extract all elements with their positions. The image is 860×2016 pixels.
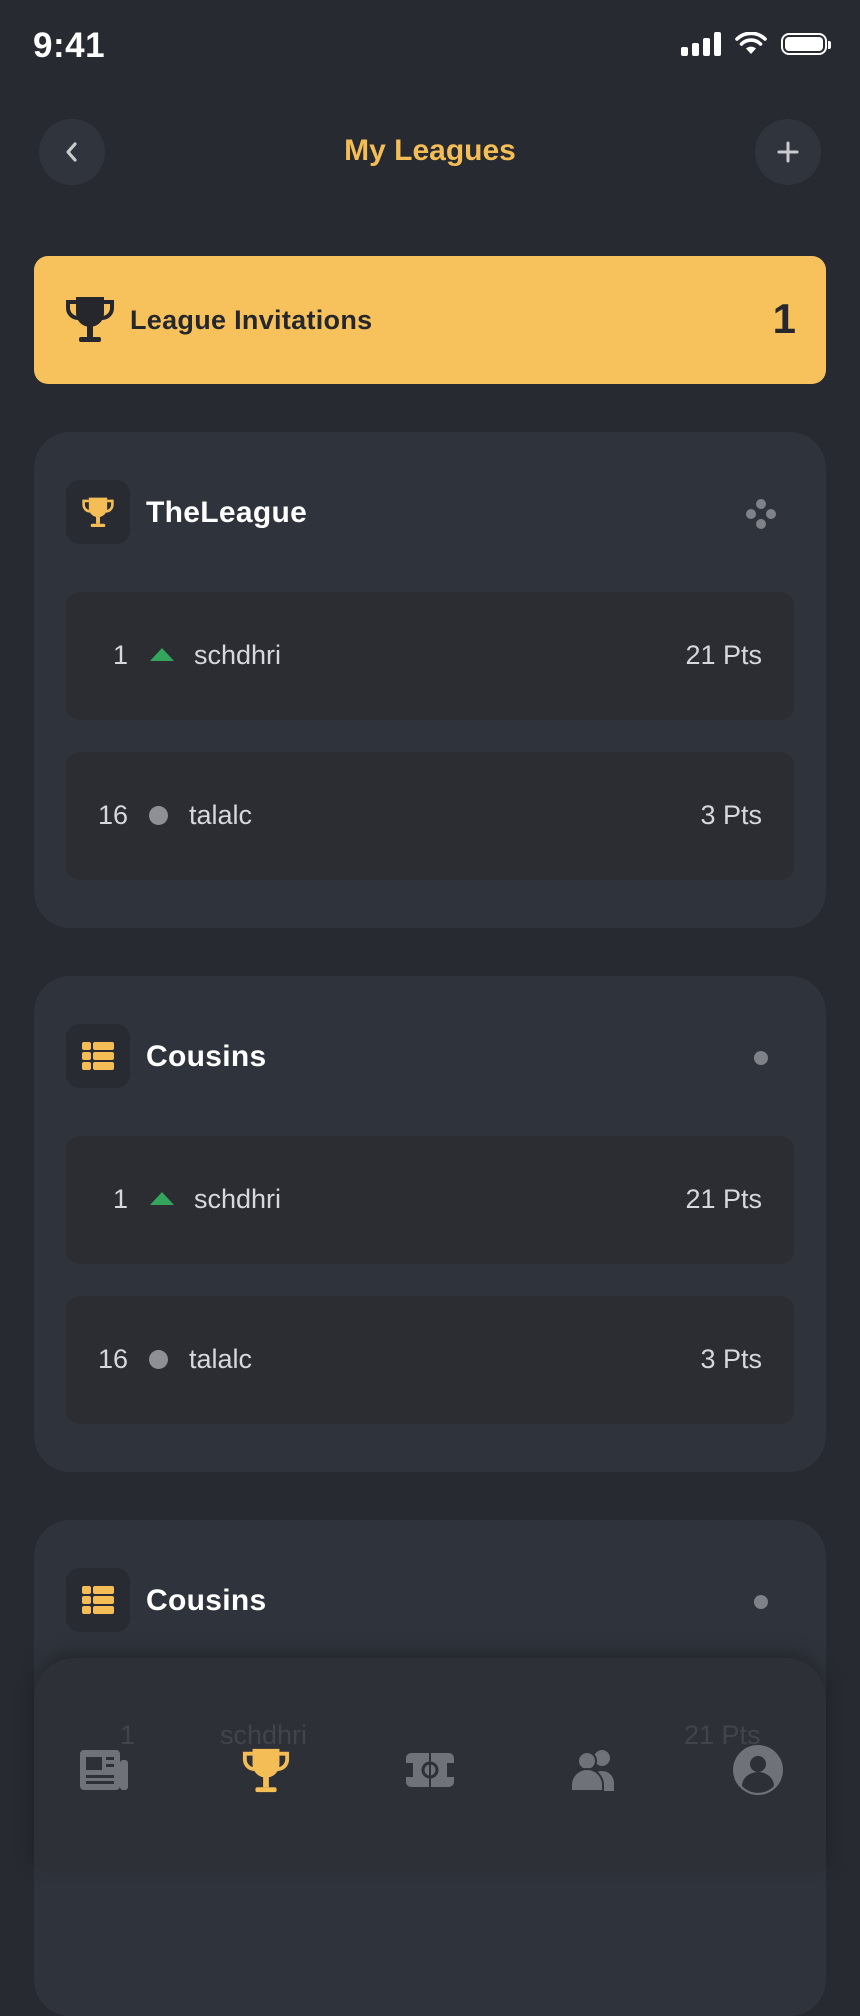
rank: 16 — [97, 1344, 128, 1374]
trophy-icon — [242, 1748, 290, 1793]
trend-same-icon — [149, 1350, 168, 1369]
standing-row[interactable]: 1 schdhri 21 Pts — [66, 592, 794, 720]
league-icon-box — [66, 480, 130, 544]
wifi-icon — [735, 32, 767, 54]
points: 21 Pts — [685, 640, 762, 670]
dot-icon — [754, 1051, 768, 1065]
standing-row[interactable]: 16 talalc 3 Pts — [66, 752, 794, 880]
rank: 16 — [97, 800, 128, 830]
league-name: Cousins — [146, 1584, 267, 1617]
points: 21 Pts — [685, 1184, 762, 1214]
trend-up-icon — [150, 1192, 174, 1205]
username: talalc — [189, 800, 253, 830]
table-icon — [82, 1586, 114, 1614]
add-league-button[interactable] — [755, 119, 821, 185]
rank: 1 — [112, 640, 128, 670]
nav-profile[interactable] — [718, 1730, 798, 1810]
dots-cluster-icon — [746, 499, 776, 529]
nav-news[interactable] — [64, 1730, 144, 1810]
dot-icon — [754, 1595, 768, 1609]
profile-icon — [733, 1745, 783, 1795]
trophy-icon — [66, 297, 114, 342]
points: 3 Pts — [700, 1344, 762, 1374]
league-name: Cousins — [146, 1040, 267, 1073]
league-invitations-banner[interactable]: League Invitations 1 — [34, 256, 826, 384]
league-icon-box — [66, 1568, 130, 1632]
invitations-label: League Invitations — [130, 305, 373, 335]
news-icon — [80, 1750, 128, 1790]
bottom-nav: 1 schdhri 21 Pts — [34, 1658, 826, 1870]
league-options-button[interactable] — [739, 492, 783, 536]
points: 3 Pts — [700, 800, 762, 830]
plus-icon — [777, 141, 799, 163]
page-title: My Leagues — [344, 134, 516, 167]
nav-pitch[interactable] — [390, 1730, 470, 1810]
rank: 1 — [112, 1184, 128, 1214]
league-card: Cousins 1 schdhri 21 Pts 16 talalc 3 Pts — [34, 976, 826, 1472]
trend-same-icon — [149, 806, 168, 825]
league-name: TheLeague — [146, 496, 308, 529]
nav-leagues[interactable] — [226, 1730, 306, 1810]
nav-friends[interactable] — [554, 1730, 634, 1810]
trophy-icon — [82, 497, 114, 528]
trend-up-icon — [150, 648, 174, 661]
pitch-icon — [406, 1753, 454, 1787]
username: schdhri — [194, 640, 282, 670]
username: talalc — [189, 1344, 253, 1374]
status-time: 9:41 — [33, 26, 106, 65]
standing-row[interactable]: 1 schdhri 21 Pts — [66, 1136, 794, 1264]
league-options-button[interactable] — [739, 1036, 783, 1080]
battery-icon — [781, 33, 831, 55]
standing-row[interactable]: 16 talalc 3 Pts — [66, 1296, 794, 1424]
league-options-button[interactable] — [739, 1580, 783, 1624]
username: schdhri — [194, 1184, 282, 1214]
friends-icon — [570, 1750, 614, 1792]
invitations-count: 1 — [772, 295, 796, 342]
league-icon-box — [66, 1024, 130, 1088]
cellular-signal-icon — [681, 32, 721, 56]
table-icon — [82, 1042, 114, 1070]
status-icons — [681, 32, 831, 56]
league-card: TheLeague 1 schdhri 21 Pts 16 talalc 3 P… — [34, 432, 826, 928]
